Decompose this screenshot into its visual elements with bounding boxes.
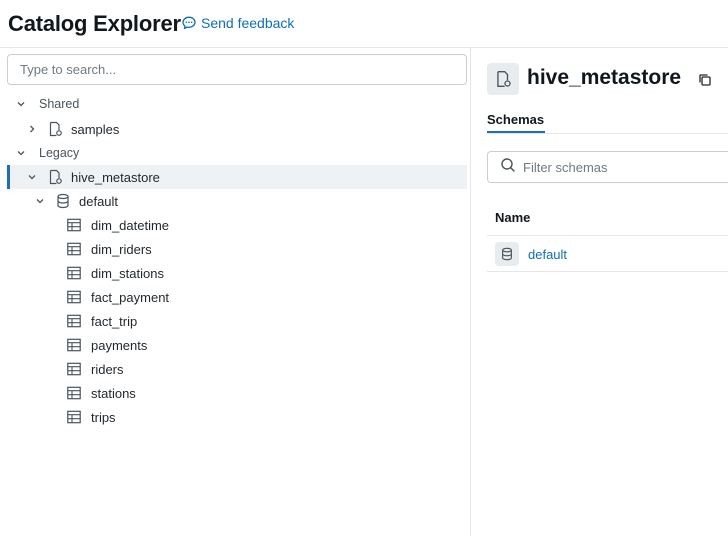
tree-item-table[interactable]: riders bbox=[7, 357, 467, 381]
schema-link-default[interactable]: default bbox=[528, 247, 567, 262]
tree-item-label: payments bbox=[91, 337, 148, 353]
catalog-header-icon bbox=[487, 63, 519, 95]
tab-schemas[interactable]: Schemas bbox=[487, 112, 544, 127]
page-header: Catalog Explorer Send feedback bbox=[0, 0, 728, 48]
table-icon bbox=[65, 360, 83, 378]
catalog-icon bbox=[497, 71, 511, 87]
selection-indicator bbox=[7, 165, 10, 189]
chevron-down-icon[interactable] bbox=[26, 171, 38, 183]
tree-item-table[interactable]: fact_payment bbox=[7, 285, 467, 309]
tree-item-hive-metastore[interactable]: hive_metastore bbox=[7, 165, 467, 189]
tree-item-label: stations bbox=[91, 385, 136, 401]
tree-item-label: fact_trip bbox=[91, 313, 138, 329]
catalog-search-input[interactable] bbox=[7, 54, 467, 85]
filter-schemas-field[interactable] bbox=[487, 151, 728, 183]
tree-item-label: dim_riders bbox=[91, 241, 152, 257]
chevron-down-icon[interactable] bbox=[15, 98, 27, 110]
tree-section-legacy[interactable]: Legacy bbox=[7, 141, 467, 165]
page-title: Catalog Explorer bbox=[8, 11, 181, 36]
tabs-divider bbox=[487, 133, 728, 134]
tree-item-table[interactable]: trips bbox=[7, 405, 467, 429]
tree-item-label: samples bbox=[71, 121, 120, 137]
tree-item-table[interactable]: fact_trip bbox=[7, 309, 467, 333]
tree-item-label: hive_metastore bbox=[71, 169, 160, 185]
pane-divider[interactable] bbox=[470, 48, 471, 536]
database-icon bbox=[495, 242, 519, 266]
tree-section-label: Shared bbox=[39, 97, 80, 111]
detail-title: hive_metastore bbox=[527, 66, 682, 89]
tree-item-label: dim_stations bbox=[91, 265, 164, 281]
search-icon bbox=[500, 157, 516, 178]
table-icon bbox=[65, 384, 83, 402]
tree-item-label: riders bbox=[91, 361, 124, 377]
send-feedback-link[interactable]: Send feedback bbox=[181, 15, 294, 31]
table-row-divider bbox=[487, 271, 728, 272]
table-icon bbox=[65, 240, 83, 258]
chevron-down-icon[interactable] bbox=[15, 147, 27, 159]
chevron-down-icon[interactable] bbox=[34, 195, 46, 207]
tree-item-samples[interactable]: samples bbox=[7, 117, 467, 141]
header-divider bbox=[0, 47, 728, 48]
filter-schemas-input[interactable] bbox=[523, 159, 723, 175]
tree-item-table[interactable]: dim_stations bbox=[7, 261, 467, 285]
table-icon bbox=[65, 264, 83, 282]
tree-item-table[interactable]: payments bbox=[7, 333, 467, 357]
send-feedback-label: Send feedback bbox=[201, 15, 295, 31]
chat-bubble-icon bbox=[181, 15, 197, 31]
tree-item-label: fact_payment bbox=[91, 289, 170, 305]
tree-item-label: dim_datetime bbox=[91, 217, 170, 233]
tree-item-table[interactable]: stations bbox=[7, 381, 467, 405]
catalog-icon bbox=[46, 120, 64, 138]
table-icon bbox=[65, 288, 83, 306]
tree-section-shared[interactable]: Shared bbox=[7, 92, 467, 116]
table-row: default bbox=[495, 242, 567, 266]
table-header-divider bbox=[487, 235, 728, 236]
table-icon bbox=[65, 312, 83, 330]
chevron-right-icon[interactable] bbox=[26, 123, 38, 135]
table-icon bbox=[65, 336, 83, 354]
table-icon bbox=[65, 216, 83, 234]
column-header-name[interactable]: Name bbox=[495, 210, 530, 225]
tree-item-table[interactable]: dim_datetime bbox=[7, 213, 467, 237]
tree-section-label: Legacy bbox=[39, 146, 80, 160]
database-icon bbox=[54, 192, 72, 210]
tree-item-default-schema[interactable]: default bbox=[7, 189, 467, 213]
copy-icon[interactable] bbox=[697, 72, 713, 88]
tree-item-label: default bbox=[79, 193, 119, 209]
catalog-icon bbox=[46, 168, 64, 186]
tree-item-label: trips bbox=[91, 409, 116, 425]
table-icon bbox=[65, 408, 83, 426]
tree-item-table[interactable]: dim_riders bbox=[7, 237, 467, 261]
